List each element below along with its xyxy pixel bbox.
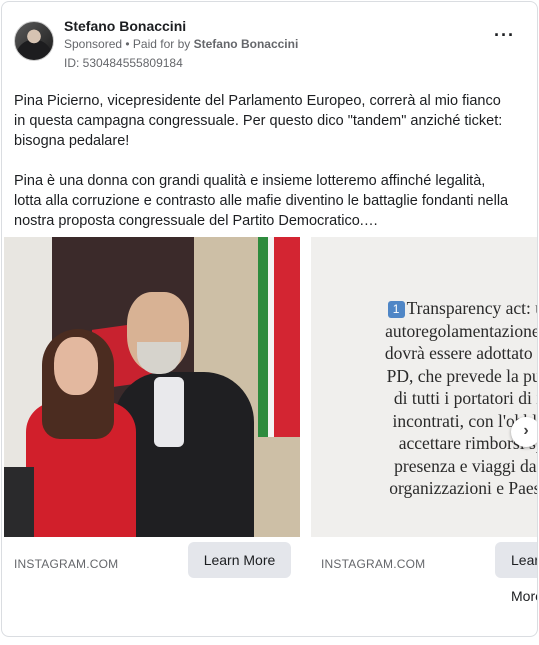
ad-body-text: Pina Picierno, vicepresidente del Parlam…: [14, 91, 514, 251]
card-domain: INSTAGRAM.COM: [321, 557, 426, 571]
number-one-badge-icon: 1: [387, 301, 405, 318]
carousel-card-footer: INSTAGRAM.COM Learn More: [4, 537, 300, 587]
paid-for-name: Stefano Bonaccini: [193, 37, 299, 51]
body-paragraph-2: Pina è una donna con grandi qualità e in…: [14, 173, 509, 229]
page-avatar[interactable]: [14, 21, 54, 61]
carousel-card-1[interactable]: INSTAGRAM.COM Learn More: [4, 237, 300, 587]
ad-id: ID: 530484555809184: [64, 56, 183, 70]
ad-header: Stefano Bonaccini Sponsored • Paid for b…: [14, 16, 525, 72]
learn-more-button[interactable]: Learn More: [188, 542, 291, 578]
ad-card: Stefano Bonaccini Sponsored • Paid for b…: [1, 1, 538, 637]
sponsored-line: Sponsored • Paid for by Stefano Bonaccin…: [64, 37, 298, 51]
ad-carousel: INSTAGRAM.COM Learn More 1 Transparency a…: [4, 237, 538, 604]
card-domain: INSTAGRAM.COM: [14, 557, 119, 571]
page-name[interactable]: Stefano Bonaccini: [64, 18, 186, 34]
chevron-right-icon[interactable]: ›: [511, 417, 537, 447]
more-dots-icon[interactable]: ···: [494, 26, 515, 44]
carousel-image-text[interactable]: 1Transparency act: un cod autoregolament…: [311, 237, 538, 537]
learn-more-button[interactable]: Learn More: [495, 542, 537, 604]
body-paragraph-1: Pina Picierno, vicepresidente del Parlam…: [14, 93, 503, 149]
carousel-image-photo[interactable]: [4, 237, 300, 537]
sponsored-label: Sponsored: [64, 37, 123, 51]
image-quote-text: 1Transparency act: un cod autoregolament…: [384, 298, 538, 498]
carousel-card-2[interactable]: 1Transparency act: un cod autoregolament…: [311, 237, 538, 604]
carousel-card-footer: INSTAGRAM.COM Learn More: [311, 537, 537, 604]
paid-for-prefix: • Paid for by: [122, 37, 194, 51]
